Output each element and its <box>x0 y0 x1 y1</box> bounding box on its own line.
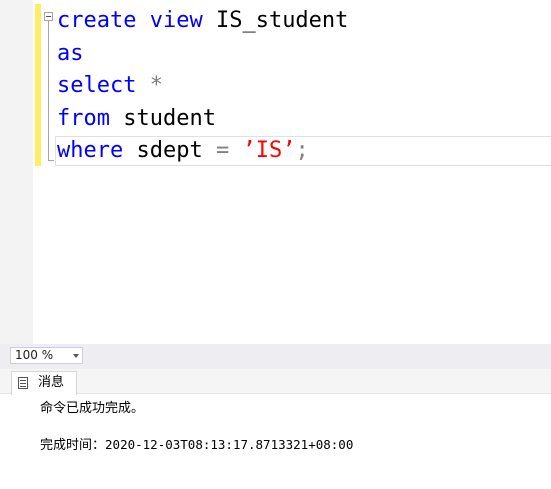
code-line[interactable]: from student <box>57 103 348 136</box>
code-token: where <box>57 138 124 163</box>
change-tracking-bar <box>35 4 41 166</box>
code-line[interactable]: where sdept = ’IS’; <box>57 135 348 168</box>
code-line[interactable]: create view IS_student <box>57 5 348 38</box>
outline-end <box>48 160 54 161</box>
completion-time-label: 完成时间： <box>40 438 106 453</box>
sql-editor[interactable]: create view IS_student as select * from stu… <box>0 0 551 344</box>
code-token: = <box>215 138 230 163</box>
code-text[interactable]: create view IS_student as select * from stu… <box>57 5 348 168</box>
code-token: select <box>57 73 137 98</box>
result-message: 命令已成功完成。 <box>40 401 145 416</box>
code-token: sdept <box>123 138 216 163</box>
zoom-value: 100 % <box>15 348 54 362</box>
code-token: create <box>57 8 137 33</box>
code-token: ’IS’ <box>242 138 296 163</box>
code-token: view <box>149 8 203 33</box>
zoom-dropdown[interactable]: 100 % <box>10 347 83 364</box>
results-tabstrip <box>0 369 551 394</box>
tab-messages[interactable]: 消息 <box>11 371 77 395</box>
completion-time-value: 2020-12-03T08:13:17.8713321+08:00 <box>105 437 354 452</box>
zoom-bar: 100 % <box>0 344 551 369</box>
messages-icon <box>18 377 28 389</box>
code-token: from <box>57 105 110 131</box>
code-token: * <box>149 73 163 98</box>
code-token: ; <box>295 138 309 163</box>
collapse-minus-icon[interactable] <box>44 12 53 21</box>
chevron-down-icon[interactable] <box>73 354 79 358</box>
editor-gutter <box>0 0 33 344</box>
completion-time: 完成时间：2020-12-03T08:13:17.8713321+08:00 <box>40 434 353 453</box>
outline-line <box>48 21 49 161</box>
code-token: as <box>57 40 84 66</box>
code-token: IS_student <box>202 8 349 33</box>
code-line[interactable]: as <box>57 38 348 71</box>
code-token: student <box>109 105 216 131</box>
code-line[interactable]: select * <box>57 70 348 103</box>
tab-messages-label: 消息 <box>38 375 65 390</box>
